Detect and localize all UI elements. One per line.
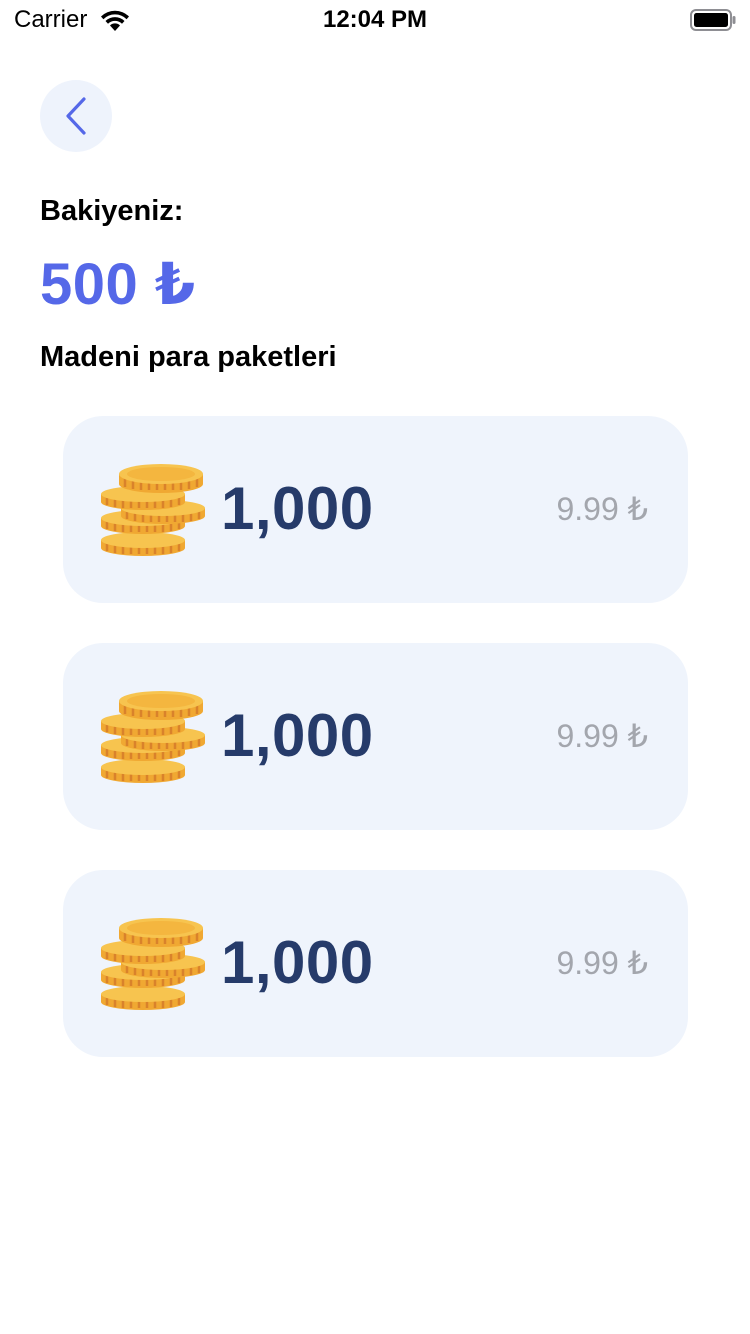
coin-amount: 1,000: [221, 702, 374, 769]
coin-package-card[interactable]: 1,000 9.99 ₺: [63, 643, 688, 830]
status-bar: Carrier 12:04 PM: [0, 0, 750, 40]
coin-stack-icon: [101, 916, 205, 1010]
back-button[interactable]: [40, 80, 112, 152]
package-price: 9.99 ₺: [556, 718, 648, 754]
balance-label: Bakiyeniz:: [40, 195, 184, 227]
coin-package-card[interactable]: 1,000 9.99 ₺: [63, 870, 688, 1057]
section-title: Madeni para paketleri: [40, 341, 337, 373]
screen: Carrier 12:04 PM Bakiyeniz: 500 ₺ Madeni…: [0, 0, 750, 1334]
chevron-left-icon: [66, 97, 86, 135]
balance-value: 500 ₺: [40, 252, 196, 317]
coin-package-card[interactable]: 1,000 9.99 ₺: [63, 416, 688, 603]
battery-icon: [690, 9, 736, 31]
package-price: 9.99 ₺: [556, 491, 648, 527]
coin-stack-icon: [101, 689, 205, 783]
coin-stack-icon: [101, 462, 205, 556]
package-price: 9.99 ₺: [556, 945, 648, 981]
coin-amount: 1,000: [221, 475, 374, 542]
status-time: 12:04 PM: [322, 6, 428, 33]
coin-package-list: 1,000 9.99 ₺ 1,000 9.99 ₺ 1,000 9.99 ₺: [63, 416, 688, 1097]
coin-amount: 1,000: [221, 929, 374, 996]
